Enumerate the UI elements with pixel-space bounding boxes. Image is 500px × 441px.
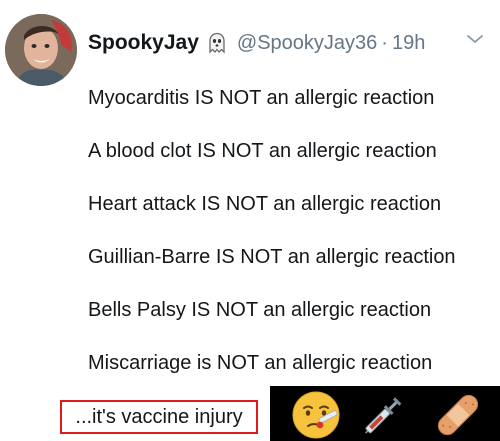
display-name[interactable]: SpookyJay: [88, 31, 199, 55]
adhesive-bandage-icon: [437, 394, 479, 436]
avatar-photo: [5, 14, 77, 86]
tweet-line: Guillian-Barre IS NOT an allergic reacti…: [88, 246, 456, 268]
tweet-line: A blood clot IS NOT an allergic reaction: [88, 140, 437, 162]
tweet-body: Myocarditis IS NOT an allergic reaction …: [88, 78, 456, 396]
caption-text: ...it's vaccine injury: [75, 405, 243, 428]
ghost-icon: [209, 32, 225, 54]
timestamp[interactable]: 19h: [392, 32, 425, 55]
avatar[interactable]: [5, 14, 77, 86]
tweet-line: Heart attack IS NOT an allergic reaction: [88, 193, 442, 215]
tweet-card: SpookyJay @SpookyJay36 · 19h Myocarditis…: [0, 0, 500, 386]
user-handle[interactable]: @SpookyJay36: [237, 32, 377, 55]
tweet-header: SpookyJay @SpookyJay36 · 19h: [88, 28, 425, 58]
tweet-line: Bells Palsy IS NOT an allergic reaction: [88, 299, 432, 321]
syringe-icon: [365, 397, 402, 434]
face-with-thermometer-icon: [292, 391, 340, 439]
chevron-down-icon[interactable]: [466, 33, 484, 45]
caption-highlight-box: ...it's vaccine injury: [60, 400, 258, 434]
separator-dot: ·: [381, 31, 388, 54]
tweet-line: Myocarditis IS NOT an allergic reaction: [88, 87, 435, 109]
